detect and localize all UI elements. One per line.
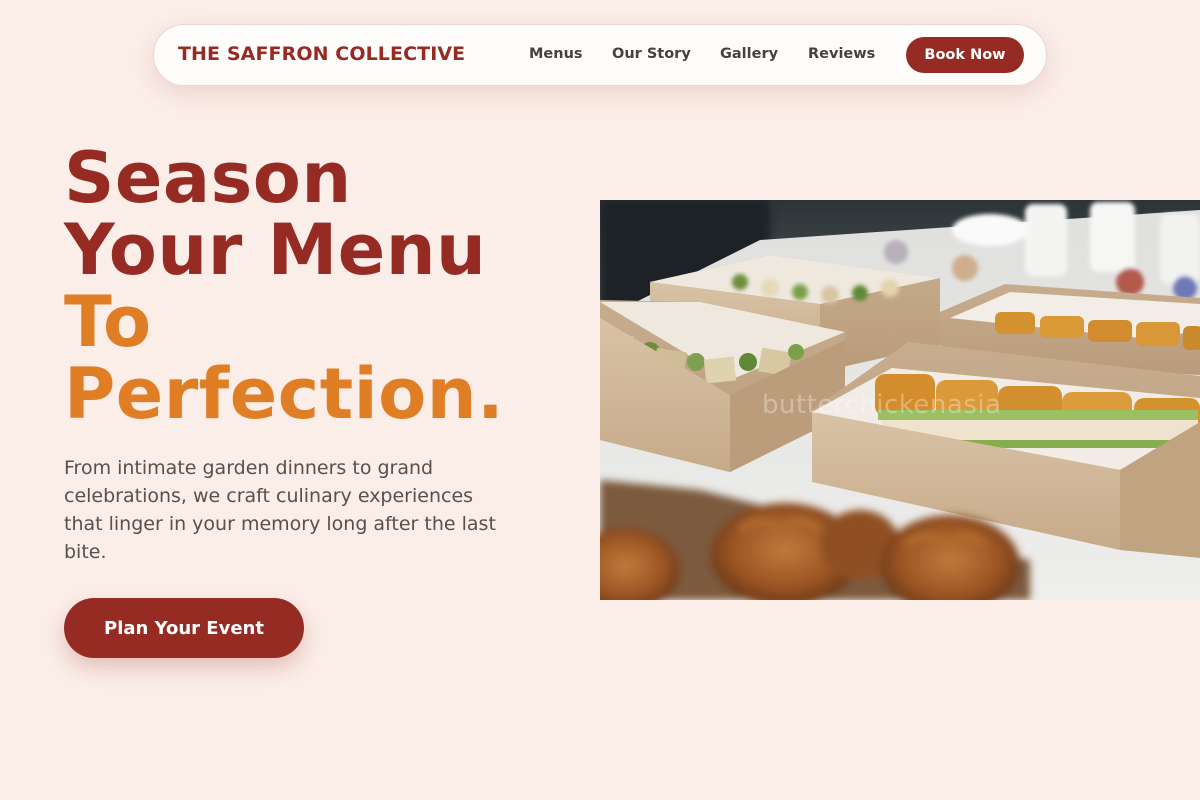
headline-line-4: Perfection. <box>64 353 505 435</box>
headline-line-3: To <box>64 281 152 363</box>
hero-headline: Season Your Menu To Perfection. <box>64 142 504 430</box>
book-now-button[interactable]: Book Now <box>906 37 1024 73</box>
nav-link-our-story[interactable]: Our Story <box>612 46 691 62</box>
landing-page: THE SAFFRON COLLECTIVE Menus Our Story G… <box>0 0 1200 800</box>
nav-link-menus[interactable]: Menus <box>529 46 583 62</box>
nav-link-reviews[interactable]: Reviews <box>808 46 875 62</box>
brand-logo-text[interactable]: THE SAFFRON COLLECTIVE <box>178 43 465 65</box>
nav-link-gallery[interactable]: Gallery <box>720 46 778 62</box>
headline-line-2: Your Menu <box>64 209 487 291</box>
top-navigation: THE SAFFRON COLLECTIVE Menus Our Story G… <box>153 24 1047 86</box>
plan-your-event-button[interactable]: Plan Your Event <box>64 598 304 658</box>
headline-line-1: Season <box>64 137 352 219</box>
hero-description: From intimate garden dinners to grand ce… <box>64 457 496 563</box>
image-watermark: butterchickenasia <box>762 390 1002 420</box>
hero-food-photo: butterchickenasia <box>600 200 1200 600</box>
